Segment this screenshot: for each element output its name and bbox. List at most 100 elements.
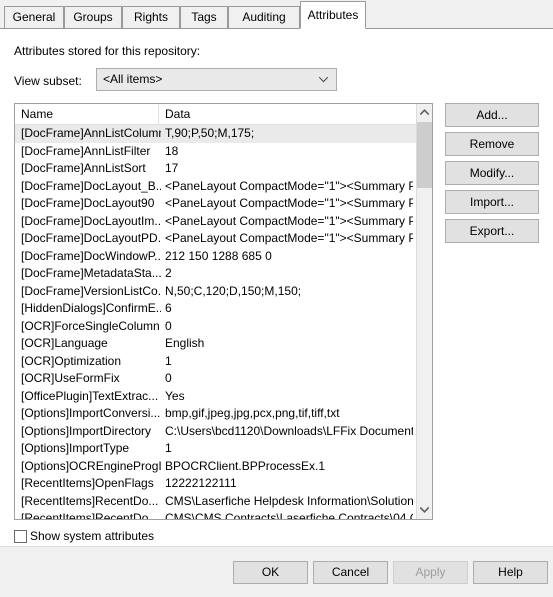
attribute-data-cell: 17 (165, 161, 179, 175)
attributes-list[interactable]: Name Data [DocFrame]AnnListColumns T,90;P… (14, 103, 433, 520)
modify-button[interactable]: Modify... (445, 161, 539, 185)
attribute-name-cell: [Options]ImportDirectory (21, 423, 152, 438)
attribute-name-cell: [Options]ImportType (21, 441, 130, 455)
tab-strip: General Groups Rights Tags Auditing Attribute… (0, 0, 553, 29)
table-row[interactable]: [HiddenDialogs]ConfirmE... 6 (15, 300, 416, 318)
export-button[interactable]: Export... (445, 219, 539, 243)
attribute-data-cell: 1 (165, 441, 172, 455)
attribute-name-cell: [Options]ImportConversi... (21, 406, 161, 420)
page-title: Attributes stored for this repository: (14, 44, 201, 58)
list-vertical-scrollbar[interactable] (416, 104, 432, 519)
scroll-up-button[interactable] (417, 104, 432, 121)
ok-button[interactable]: OK (233, 561, 308, 584)
attribute-data-cell: 6 (165, 301, 172, 315)
chevron-up-icon (420, 109, 429, 115)
attribute-data-cell: <PaneLayout CompactMode="1"><Summary P..… (165, 231, 413, 245)
table-row[interactable]: [Options]OCREngineProgId BPOCRClient.BPPr… (15, 458, 416, 476)
attribute-data-cell: <PaneLayout CompactMode="1"><Summary P..… (165, 213, 413, 228)
attribute-data-cell: T,90;P,50;M,175; (165, 126, 255, 140)
attribute-data-cell: 212 150 1288 685 0 (165, 248, 272, 263)
view-subset-value: <All items> (103, 72, 163, 86)
help-button[interactable]: Help (473, 561, 548, 584)
view-subset-combobox[interactable]: <All items> (96, 68, 337, 91)
table-row[interactable]: [DocFrame]DocLayout90 <PaneLayout Compact… (15, 195, 416, 213)
table-row[interactable]: [OCR]UseFormFix 0 (15, 370, 416, 388)
properties-dialog: General Groups Rights Tags Auditing Attribute… (0, 0, 553, 597)
show-system-attributes-label: Show system attributes (30, 529, 155, 543)
apply-button: Apply (393, 561, 468, 584)
table-row[interactable]: [RecentItems]RecentDo... CMS\Laserfiche H… (15, 493, 416, 511)
attribute-data-cell: 2 (165, 266, 172, 280)
column-header-data[interactable]: Data (159, 104, 432, 124)
attribute-name-cell: [DocFrame]MetadataSta... (21, 266, 161, 280)
attribute-data-cell: 1 (165, 353, 172, 368)
tab-general[interactable]: General (4, 6, 64, 29)
attribute-name-cell: [DocFrame]AnnListColumns (21, 126, 161, 140)
table-row[interactable]: [OCR]Optimization 1 (15, 353, 416, 371)
attribute-name-cell: [OCR]Optimization (21, 353, 122, 368)
attribute-name-cell: [RecentItems]RecentDo... (21, 511, 159, 520)
scrollbar-thumb[interactable] (417, 122, 432, 188)
table-row[interactable]: [OCR]Language English (15, 335, 416, 353)
attribute-name-cell: [DocFrame]DocLayoutPD... (21, 231, 161, 245)
table-row[interactable]: [DocFrame]DocLayout_B... <PaneLayout Comp… (15, 178, 416, 196)
table-row[interactable]: [RecentItems]RecentDo... CMS\CMS Contract… (15, 510, 416, 520)
attribute-name-cell: [RecentItems]OpenFlags (21, 476, 154, 490)
table-row[interactable]: [DocFrame]MetadataSta... 2 (15, 265, 416, 283)
table-row[interactable]: [Options]ImportConversi... bmp,gif,jpeg,j… (15, 405, 416, 423)
attribute-name-cell: [DocFrame]VersionListCo... (21, 283, 161, 298)
import-button[interactable]: Import... (445, 190, 539, 214)
table-row[interactable]: [RecentItems]OpenFlags 12222122111 (15, 475, 416, 493)
table-row[interactable]: [Options]ImportDirectory C:\Users\bcd1120… (15, 423, 416, 441)
table-row[interactable]: [DocFrame]AnnListFilter 18 (15, 143, 416, 161)
table-row[interactable]: [OCR]ForceSingleColumn 0 (15, 318, 416, 336)
tab-attributes[interactable]: Attributes (300, 1, 366, 29)
attribute-name-cell: [OfficePlugin]TextExtrac... (21, 388, 159, 403)
attribute-data-cell: 12222122111 (165, 476, 237, 490)
attribute-data-cell: 0 (165, 318, 172, 333)
attribute-name-cell: [HiddenDialogs]ConfirmE... (21, 301, 161, 315)
attribute-data-cell: 0 (165, 371, 172, 385)
table-row[interactable]: [DocFrame]DocLayoutPD... <PaneLayout Comp… (15, 230, 416, 248)
tab-tags[interactable]: Tags (180, 6, 228, 29)
attribute-name-cell: [OCR]ForceSingleColumn (21, 318, 160, 333)
attribute-name-cell: [DocFrame]AnnListSort (21, 161, 146, 175)
table-row[interactable]: [DocFrame]DocLayoutIm... <PaneLayout Comp… (15, 213, 416, 231)
table-row[interactable]: [DocFrame]VersionListCo... N,50;C,120;D,1… (15, 283, 416, 301)
attribute-data-cell: N,50;C,120;D,150;M,150; (165, 283, 302, 298)
attribute-name-cell: [DocFrame]DocLayoutIm... (21, 213, 161, 228)
attribute-name-cell: [DocFrame]DocLayout_B... (21, 178, 161, 193)
attribute-data-cell: English (165, 336, 205, 350)
cancel-button[interactable]: Cancel (313, 561, 388, 584)
checkbox-box[interactable] (14, 530, 27, 543)
table-row[interactable]: [DocFrame]AnnListColumns T,90;P,50;M,175; (15, 125, 416, 143)
attributes-tab-page: Attributes stored for this repository: V… (0, 28, 553, 546)
tab-groups[interactable]: Groups (64, 6, 122, 29)
attribute-data-cell: Yes (165, 388, 185, 403)
add-button[interactable]: Add... (445, 103, 539, 127)
attribute-name-cell: [DocFrame]DocWindowP... (21, 248, 161, 263)
attribute-name-cell: [RecentItems]RecentDo... (21, 493, 159, 508)
list-rows-container: [DocFrame]AnnListColumns T,90;P,50;M,175;… (15, 125, 416, 520)
list-header-row: Name Data (15, 104, 432, 125)
attribute-data-cell: 18 (165, 143, 179, 158)
attribute-name-cell: [Options]OCREngineProgId (21, 458, 161, 473)
attribute-data-cell: C:\Users\bcd1120\Downloads\LFFix Documen… (165, 423, 413, 438)
scroll-down-button[interactable] (417, 502, 432, 519)
table-row[interactable]: [OfficePlugin]TextExtrac... Yes (15, 388, 416, 406)
attribute-data-cell: bmp,gif,jpeg,jpg,pcx,png,tif,tiff,txt (165, 406, 340, 420)
attribute-name-cell: [OCR]UseFormFix (21, 371, 120, 385)
table-row[interactable]: [DocFrame]DocWindowP... 212 150 1288 685 … (15, 248, 416, 266)
dialog-button-bar: OK Cancel Apply Help (0, 546, 553, 597)
tab-rights[interactable]: Rights (122, 6, 180, 29)
attribute-name-cell: [DocFrame]DocLayout90 (21, 196, 155, 210)
tab-auditing[interactable]: Auditing (228, 6, 300, 29)
attribute-data-cell: <PaneLayout CompactMode="1"><Summary P..… (165, 178, 413, 193)
attribute-data-cell: BPOCRClient.BPProcessEx.1 (165, 458, 326, 473)
column-header-name[interactable]: Name (15, 104, 159, 124)
remove-button[interactable]: Remove (445, 132, 539, 156)
table-row[interactable]: [DocFrame]AnnListSort 17 (15, 160, 416, 178)
table-row[interactable]: [Options]ImportType 1 (15, 440, 416, 458)
attribute-data-cell: CMS\Laserfiche Helpdesk Information\Solu… (165, 493, 413, 508)
chevron-down-icon (319, 77, 328, 83)
